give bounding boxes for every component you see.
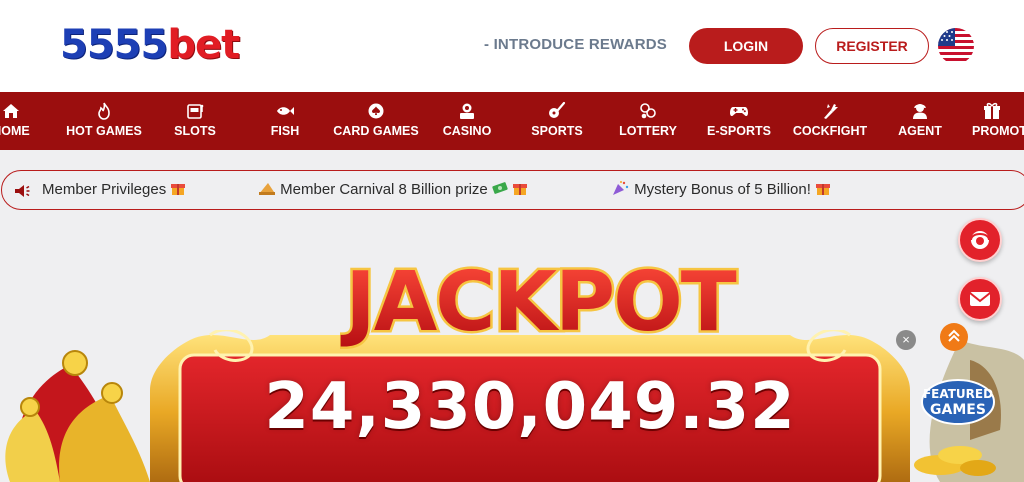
- gift-icon: [816, 184, 831, 195]
- nav-label: PROMOTION: [972, 124, 1024, 138]
- megaphone-icon: [15, 185, 30, 197]
- nav-label: E-SPORTS: [707, 124, 771, 138]
- nav-item-fish[interactable]: FISH: [255, 92, 315, 150]
- nav-item-lottery[interactable]: LOTTERY: [613, 92, 683, 150]
- nav-item-promotion[interactable]: PROMOTION: [972, 92, 1024, 150]
- marquee-item-text: Member Carnival 8 Billion prize: [280, 181, 488, 198]
- nav-item-e-sports[interactable]: E-SPORTS: [703, 92, 775, 150]
- nav-label: SLOTS: [174, 124, 216, 138]
- nav-item-hot-games[interactable]: HOT GAMES: [64, 92, 144, 150]
- logo-number: 5555: [60, 22, 168, 68]
- rooster-icon: [824, 104, 838, 119]
- gift-icon: [171, 184, 186, 195]
- mail-icon: [969, 292, 991, 306]
- gamepad-icon: [730, 107, 748, 117]
- jackpot-amount: 24,330,049.32: [264, 370, 796, 444]
- nav-label: CASINO: [442, 124, 492, 138]
- party-popper-icon: [613, 181, 629, 195]
- gift-icon: [984, 102, 1000, 119]
- nav-item-agent[interactable]: AGENT: [893, 92, 947, 150]
- nav-label: FISH: [270, 124, 300, 138]
- nav-item-cockfight[interactable]: COCKFIGHT: [790, 92, 870, 150]
- marquee-item-text: Member Privileges: [42, 181, 167, 198]
- login-button[interactable]: LOGIN: [689, 28, 803, 64]
- register-button[interactable]: REGISTER: [815, 28, 929, 64]
- announcement-marquee[interactable]: Member Privileges Member Carnival 8 Bill…: [1, 170, 1024, 210]
- nav-item-casino[interactable]: CASINO: [437, 92, 497, 150]
- marquee-item-text: Mystery Bonus of 5 Billion!: [634, 181, 811, 198]
- sports-icon: [549, 101, 566, 118]
- nav-item-home[interactable]: HOME: [0, 92, 36, 150]
- site-header: 5555bet - INTRODUCE REWARDS LOGIN REGIST…: [0, 0, 1024, 92]
- message-button[interactable]: [958, 277, 1002, 321]
- logo-text: bet: [167, 22, 240, 68]
- marquee-item: Member Privileges: [42, 180, 186, 198]
- horn-icon: [259, 183, 275, 195]
- jester-hat-decoration: [5, 350, 150, 482]
- main-nav: HOME HOT GAMES SLOTS FISH CARD GAMES CAS…: [0, 92, 1024, 150]
- nav-item-slots[interactable]: SLOTS: [160, 92, 230, 150]
- nav-label: HOT GAMES: [66, 124, 142, 138]
- agent-icon: [913, 104, 927, 119]
- nav-label: AGENT: [898, 124, 942, 138]
- nav-label: SPORTS: [531, 124, 583, 138]
- nav-label: CARD GAMES: [333, 124, 419, 138]
- casino-icon: [460, 103, 474, 119]
- us-flag-icon[interactable]: [938, 28, 974, 64]
- marquee-item: Member Carnival 8 Billion prize: [258, 180, 528, 198]
- nav-item-card-games[interactable]: CARD GAMES: [331, 92, 421, 150]
- close-featured-button[interactable]: ×: [896, 330, 916, 350]
- featured-line2: GAMES: [930, 402, 986, 418]
- scroll-up-button[interactable]: [940, 323, 968, 351]
- cards-icon: [368, 103, 384, 119]
- jackpot-title: JACKPOT: [340, 253, 740, 351]
- fire-icon: [98, 102, 110, 120]
- home-icon: [3, 104, 19, 118]
- nav-label: LOTTERY: [619, 124, 677, 138]
- introduce-rewards-link[interactable]: - INTRODUCE REWARDS: [484, 36, 667, 53]
- featured-games-widget[interactable]: FEATURED GAMES: [900, 340, 1024, 482]
- customer-support-button[interactable]: [958, 218, 1002, 262]
- lottery-icon: [640, 103, 656, 119]
- featured-line1: FEATURED: [923, 387, 993, 401]
- nav-label: COCKFIGHT: [792, 124, 868, 138]
- site-logo[interactable]: 5555bet: [60, 20, 240, 70]
- jackpot-title-text: JACKPOT: [340, 255, 736, 350]
- chevron-up-icon: [948, 329, 960, 342]
- money-icon: [492, 182, 508, 194]
- gift-icon: [513, 184, 528, 195]
- marquee-item: Mystery Bonus of 5 Billion!: [612, 180, 831, 198]
- nav-item-sports[interactable]: SPORTS: [527, 92, 587, 150]
- slot-machine-icon: [187, 104, 204, 119]
- headset-icon: [970, 231, 990, 249]
- fish-icon: [277, 107, 294, 115]
- nav-label: HOME: [0, 124, 30, 138]
